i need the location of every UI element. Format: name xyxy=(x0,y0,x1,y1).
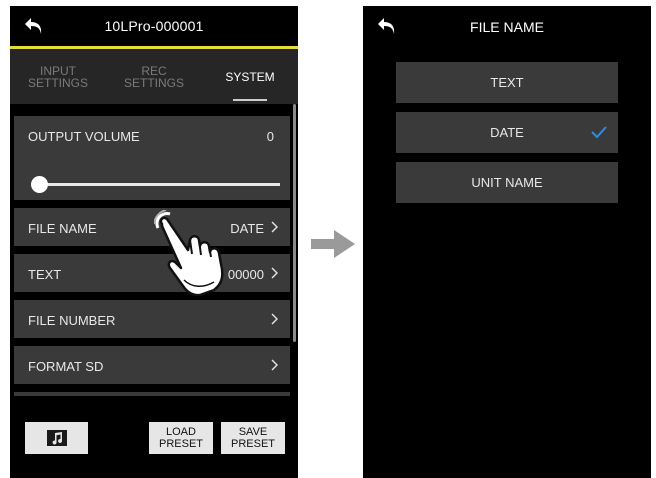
music-note-icon xyxy=(46,430,67,446)
chevron-right-icon xyxy=(271,267,278,279)
save-preset-label: SAVE PRESET xyxy=(230,426,275,450)
header: FILE NAME xyxy=(363,6,651,48)
output-volume-row: OUTPUT VOLUME 0 xyxy=(14,116,290,200)
tab-rec-settings-label: REC SETTINGS xyxy=(123,63,184,90)
header: 10LPro-000001 xyxy=(10,6,298,46)
option-unit-name-label: UNIT NAME xyxy=(471,175,543,190)
tapping-hand-icon xyxy=(154,210,224,296)
output-volume-slider-track[interactable] xyxy=(36,183,280,186)
chevron-right-icon xyxy=(271,359,278,371)
format-sd-label: FORMAT SD xyxy=(28,359,104,374)
chevron-right-icon xyxy=(271,313,278,325)
option-text-label: TEXT xyxy=(490,75,524,90)
file-number-row[interactable]: FILE NUMBER xyxy=(14,300,290,338)
load-preset-button[interactable]: LOAD PRESET xyxy=(149,422,213,454)
option-date-label: DATE xyxy=(490,125,524,140)
music-button[interactable] xyxy=(25,422,88,454)
option-unit-name[interactable]: UNIT NAME xyxy=(396,162,618,203)
text-label: TEXT xyxy=(28,267,62,282)
option-date[interactable]: DATE xyxy=(396,112,618,153)
tab-input-settings[interactable]: INPUT SETTINGS xyxy=(10,49,106,104)
file-name-screen: FILE NAME TEXT DATE UNIT NAME xyxy=(363,6,651,478)
load-preset-label: LOAD PRESET xyxy=(158,426,203,450)
format-sd-row[interactable]: FORMAT SD xyxy=(14,346,290,384)
active-tab-indicator xyxy=(233,99,267,101)
file-name-row[interactable]: FILE NAME DATE xyxy=(14,208,290,246)
output-volume-label: OUTPUT VOLUME xyxy=(28,129,140,144)
settings-list: OUTPUT VOLUME 0 FILE NAME DATE TEXT 0000… xyxy=(10,104,292,396)
file-name-label: FILE NAME xyxy=(28,221,97,236)
tab-bar: INPUT SETTINGS REC SETTINGS SYSTEM xyxy=(10,49,298,104)
device-name-title: 10LPro-000001 xyxy=(104,18,204,34)
output-volume-slider-knob[interactable] xyxy=(31,176,48,193)
option-text[interactable]: TEXT xyxy=(396,62,618,103)
tab-rec-settings[interactable]: REC SETTINGS xyxy=(106,49,202,104)
list-scrollbar[interactable] xyxy=(293,104,296,342)
page-title: FILE NAME xyxy=(470,19,544,35)
save-preset-button[interactable]: SAVE PRESET xyxy=(221,422,285,454)
text-row[interactable]: TEXT 00000 xyxy=(14,254,290,292)
tab-input-settings-label: INPUT SETTINGS xyxy=(27,63,88,90)
chevron-right-icon xyxy=(271,221,278,233)
bottom-toolbar: LOAD PRESET SAVE PRESET xyxy=(10,396,298,478)
file-number-label: FILE NUMBER xyxy=(28,313,116,328)
output-volume-value: 0 xyxy=(266,129,274,144)
tab-system-label: SYSTEM xyxy=(225,69,275,84)
checkmark-icon xyxy=(591,126,607,139)
transition-arrow-icon xyxy=(311,230,355,258)
tab-system[interactable]: SYSTEM xyxy=(202,49,298,104)
